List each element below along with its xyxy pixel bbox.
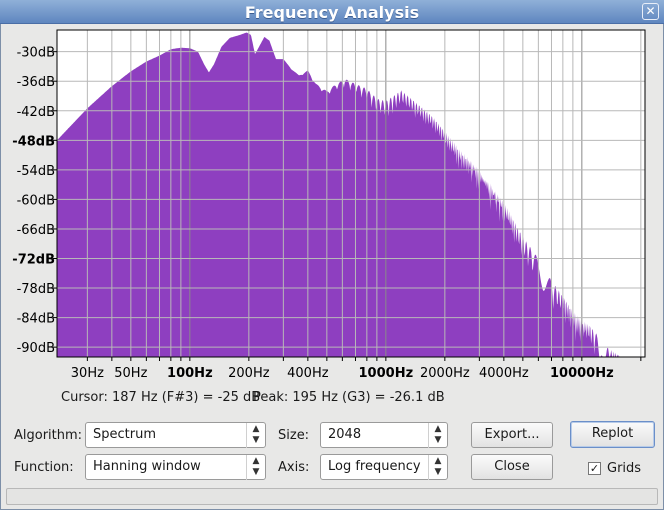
x-tick-label: 200Hz — [228, 366, 270, 381]
x-tick-label: 400Hz — [287, 366, 329, 381]
size-select[interactable]: 2048 ▲ ▼ — [320, 422, 448, 448]
function-label: Function: — [14, 460, 74, 475]
x-tick-label: 30Hz — [71, 366, 104, 381]
up-down-arrows-icon: ▲ ▼ — [246, 423, 265, 448]
x-tick-label: 1000Hz — [359, 366, 414, 381]
y-tick-label: -36dB — [17, 75, 55, 90]
y-tick-label: -84dB — [17, 312, 55, 327]
grids-checkbox[interactable]: ✓ — [588, 462, 601, 475]
y-tick-label: -72dB — [12, 253, 55, 268]
up-down-arrows-icon: ▲ ▼ — [428, 455, 447, 480]
title-bar[interactable]: Frequency Analysis ✕ — [0, 0, 664, 24]
algorithm-label: Algorithm: — [14, 428, 83, 443]
algorithm-select[interactable]: Spectrum ▲ ▼ — [85, 422, 266, 448]
replot-button[interactable]: Replot — [570, 421, 655, 448]
x-tick-label: 50Hz — [114, 366, 147, 381]
spectrum-plot[interactable]: -30dB -36dB -42dB -48dB -54dB -60dB -66dB -72dB… — [0, 24, 664, 384]
size-value: 2048 — [328, 427, 362, 442]
x-tick-label: 2000Hz — [420, 366, 470, 381]
x-tick-label: 4000Hz — [479, 366, 529, 381]
y-tick-label: -30dB — [17, 46, 55, 61]
up-down-arrows-icon: ▲ ▼ — [246, 455, 265, 480]
status-bar — [6, 488, 658, 505]
y-tick-label: -48dB — [12, 134, 55, 149]
export-button[interactable]: Export... — [471, 422, 553, 448]
cursor-readout: Cursor: 187 Hz (F#3) = -25 dB — [61, 390, 261, 405]
y-tick-label: -66dB — [17, 223, 55, 238]
y-tick-label: -42dB — [17, 105, 55, 120]
function-select[interactable]: Hanning window ▲ ▼ — [85, 454, 266, 480]
function-value: Hanning window — [93, 459, 201, 474]
algorithm-value: Spectrum — [93, 427, 156, 442]
axis-value: Log frequency — [328, 459, 421, 474]
grids-label: Grids — [607, 461, 642, 476]
y-tick-label: -60dB — [17, 193, 55, 208]
x-tick-label: 10000Hz — [550, 366, 614, 381]
peak-readout: Peak: 195 Hz (G3) = -26.1 dB — [253, 390, 445, 405]
y-tick-label: -90dB — [17, 341, 55, 356]
window-title: Frequency Analysis — [244, 3, 420, 22]
up-down-arrows-icon: ▲ ▼ — [428, 423, 447, 448]
close-button[interactable]: Close — [471, 454, 553, 480]
size-label: Size: — [278, 428, 310, 443]
y-tick-label: -78dB — [17, 282, 55, 297]
y-tick-label: -54dB — [17, 164, 55, 179]
axis-label: Axis: — [278, 460, 310, 475]
axis-select[interactable]: Log frequency ▲ ▼ — [320, 454, 448, 480]
x-tick-label: 100Hz — [167, 366, 213, 381]
close-icon[interactable]: ✕ — [642, 3, 659, 20]
